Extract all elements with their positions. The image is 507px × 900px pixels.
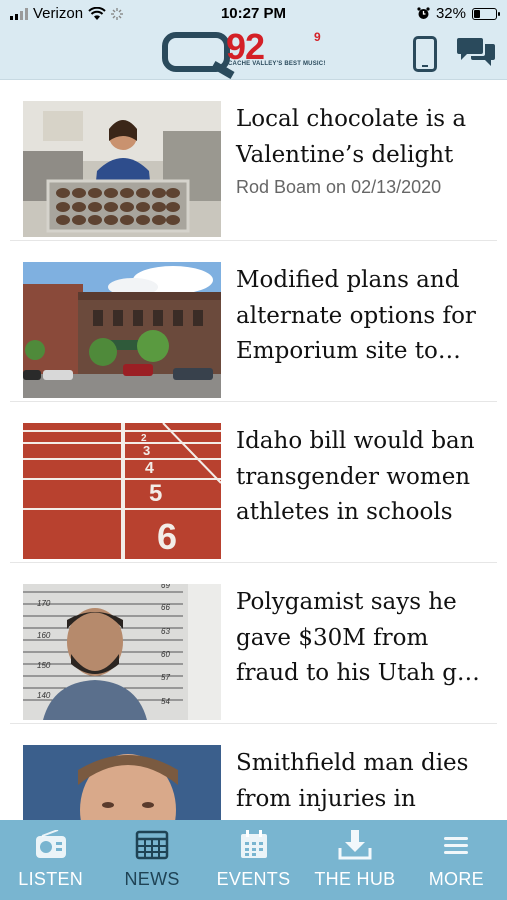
svg-text:3: 3 [143,443,150,458]
article-headline[interactable]: Modified plans and alternate options for… [236,263,494,370]
battery-icon [472,7,500,20]
bottom-tab-bar: LISTEN NEWS EVENTS THE HUB MORE [0,820,507,900]
battery-fill [474,9,480,18]
article-card[interactable]: 170 160 150 140 69 66 63 60 57 54 Polygamist sa… [10,563,497,724]
article-headline[interactable]: Polygamist says he gave $30M from fraud … [236,585,494,692]
tab-listen[interactable]: LISTEN [0,820,101,900]
article-thumbnail[interactable]: 2 3 4 5 6 [23,423,221,559]
newspaper-icon [135,830,169,860]
logo-q-mark [162,32,230,72]
article-thumbnail[interactable] [23,262,221,398]
article-card[interactable]: Local chocolate is a Valentine’s delight… [10,80,497,241]
svg-text:150: 150 [37,661,51,670]
tab-news[interactable]: NEWS [101,820,202,900]
tab-label: NEWS [124,869,180,889]
tab-label: LISTEN [18,869,84,889]
alarm-icon [417,7,430,19]
menu-icon [444,837,469,854]
article-byline: Rod Boam on 02/13/2020 [236,177,442,197]
tab-the-hub[interactable]: THE HUB [304,820,405,900]
svg-text:66: 66 [161,603,170,612]
tab-more[interactable]: MORE [406,820,507,900]
chat-icon[interactable] [457,36,495,68]
news-feed[interactable]: Local chocolate is a Valentine’s delight… [0,80,507,820]
portrait-photo [23,745,221,820]
download-icon [338,830,372,860]
article-headline[interactable]: Local chocolate is a Valentine’s delight [236,102,494,173]
svg-text:140: 140 [37,691,51,700]
svg-text:69: 69 [161,584,170,590]
street-photo [23,262,221,398]
track-photo: 2 3 4 5 6 [23,423,221,559]
tab-label: MORE [428,869,484,889]
svg-text:57: 57 [161,673,170,682]
tab-label: EVENTS [216,869,291,889]
station-logo[interactable]: 92 9 CACHE VALLEY'S BEST MUSIC! [162,26,332,74]
svg-text:160: 160 [37,631,51,640]
article-card[interactable]: 2 3 4 5 6 Idaho bill would ban transgend… [10,402,497,563]
svg-text:54: 54 [161,697,170,706]
svg-text:63: 63 [161,627,170,636]
article-card[interactable]: Smithfield man dies from injuries in [10,724,497,820]
svg-text:6: 6 [157,516,177,557]
svg-text:60: 60 [161,650,170,659]
phone-icon[interactable] [413,36,437,72]
article-headline[interactable]: Idaho bill would ban transgender women a… [236,424,494,531]
svg-text:5: 5 [149,480,162,507]
chocolate-photo [23,101,221,237]
radio-icon [35,830,66,858]
calendar-icon [240,830,267,858]
article-thumbnail[interactable] [23,101,221,237]
logo-superscript: 9 [314,30,321,44]
app-header: Verizon 10:27 PM 32% 92 9 CACHE VALLEY'S… [0,0,507,80]
article-headline[interactable]: Smithfield man dies from injuries in [236,746,494,817]
tab-events[interactable]: EVENTS [203,820,304,900]
article-card[interactable]: Modified plans and alternate options for… [10,241,497,402]
article-thumbnail[interactable]: 170 160 150 140 69 66 63 60 57 54 [23,584,221,720]
status-bar: Verizon 10:27 PM 32% [0,0,507,28]
svg-text:4: 4 [145,460,154,477]
article-thumbnail[interactable] [23,745,221,820]
mugshot-photo: 170 160 150 140 69 66 63 60 57 54 [23,584,221,720]
battery-percent: 32% [435,5,466,22]
svg-text:170: 170 [37,599,51,608]
tab-label: THE HUB [314,869,396,889]
logo-tagline: CACHE VALLEY'S BEST MUSIC! [228,61,326,67]
